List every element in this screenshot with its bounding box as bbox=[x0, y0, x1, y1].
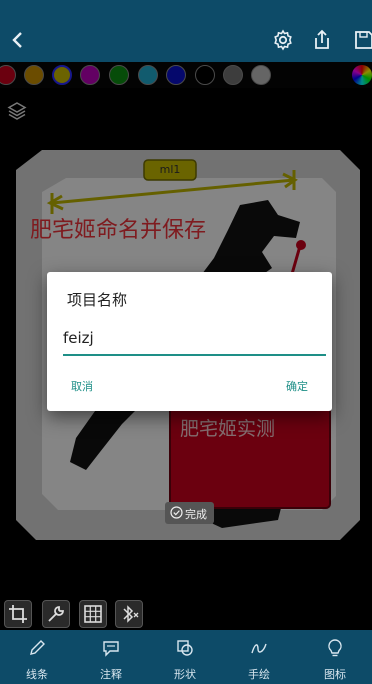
nav-item-comment[interactable]: 注释 bbox=[74, 630, 148, 684]
gear-icon[interactable] bbox=[271, 28, 295, 52]
bluetooth-off-icon bbox=[123, 605, 139, 623]
crop-button[interactable] bbox=[4, 600, 32, 628]
project-name-input[interactable] bbox=[63, 322, 326, 356]
bluetooth-off-button[interactable] bbox=[115, 600, 143, 628]
grid-icon bbox=[84, 605, 102, 623]
check-circle-icon bbox=[170, 506, 183, 522]
nav-label: 手绘 bbox=[248, 668, 270, 681]
top-app-bar bbox=[0, 0, 372, 62]
bottom-nav: 线条 注释 形状 手绘 图标 bbox=[0, 630, 372, 684]
back-icon[interactable] bbox=[6, 28, 30, 52]
cancel-button[interactable]: 取消 bbox=[71, 378, 93, 394]
nav-item-line[interactable]: 线条 bbox=[0, 630, 74, 684]
crop-icon bbox=[9, 605, 27, 623]
nav-label: 线条 bbox=[26, 668, 48, 681]
share-icon[interactable] bbox=[310, 28, 334, 52]
project-name-dialog: 项目名称 取消 确定 bbox=[47, 272, 332, 411]
comment-icon bbox=[103, 641, 119, 657]
lightbulb-icon bbox=[328, 639, 342, 657]
save-icon[interactable] bbox=[352, 28, 372, 52]
freehand-icon bbox=[251, 643, 267, 654]
grid-button[interactable] bbox=[79, 600, 107, 628]
done-label: 完成 bbox=[185, 508, 207, 521]
nav-item-icon[interactable]: 图标 bbox=[298, 630, 372, 684]
nav-label: 图标 bbox=[324, 668, 346, 681]
confirm-button[interactable]: 确定 bbox=[286, 378, 308, 394]
wrench-icon bbox=[48, 606, 64, 622]
shapes-icon bbox=[177, 640, 193, 656]
nav-label: 注释 bbox=[100, 668, 122, 681]
wrench-button[interactable] bbox=[42, 600, 70, 628]
nav-item-shapes[interactable]: 形状 bbox=[148, 630, 222, 684]
done-button[interactable]: 完成 bbox=[165, 502, 214, 524]
nav-label: 形状 bbox=[174, 668, 196, 681]
dialog-title: 项目名称 bbox=[67, 291, 128, 309]
nav-item-freehand[interactable]: 手绘 bbox=[222, 630, 296, 684]
pencil-icon bbox=[30, 640, 45, 655]
